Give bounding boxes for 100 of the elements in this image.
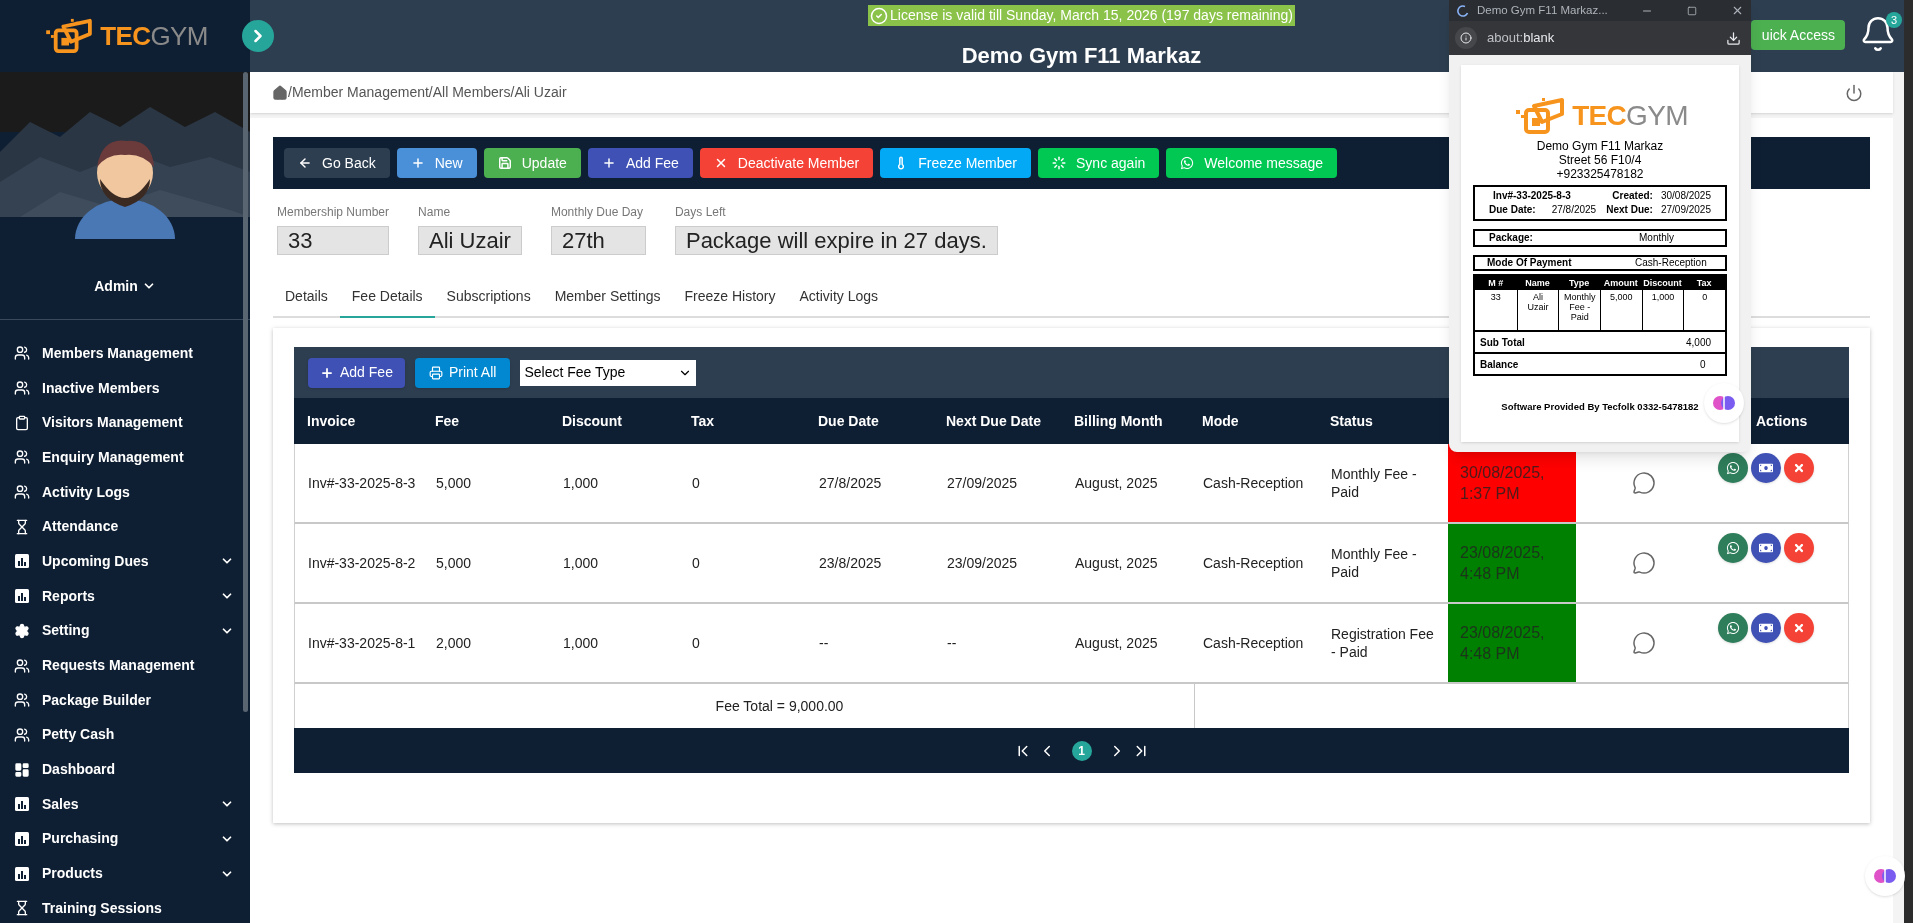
sidebar-item[interactable]: Requests Management [0,648,250,683]
readonly-field: 33 [277,226,390,255]
banknote-icon [1759,541,1773,555]
window-title: Demo Gym F11 Markaz... [1477,2,1609,18]
due-date: 27/8/2025 [1550,203,1598,217]
action-button[interactable]: Add Fee [587,148,693,178]
close-icon[interactable] [1731,4,1744,17]
assistant-button[interactable] [1865,856,1905,896]
sidebar-item[interactable]: Dashboard [0,752,250,787]
field-label: Membership Number [277,204,390,221]
tab[interactable]: Subscriptions [434,277,543,316]
sidebar-item[interactable]: Activity Logs [0,474,250,510]
sidebar-item[interactable]: Products [0,856,250,891]
next-due-label: Next Due: [1606,203,1653,217]
sidebar-item[interactable]: Inactive Members [0,370,250,406]
table-cell-text: August, 2025 [1074,474,1159,492]
table-cell-text: August, 2025 [1074,554,1159,572]
fee-type-select[interactable]: Select Fee Type [520,359,697,386]
table-cell-text: 27/8/2025 [818,474,883,492]
breadcrumb-link[interactable]: /Ali Uzair [510,82,567,103]
home-icon[interactable] [272,84,288,101]
tab[interactable]: Freeze History [672,277,788,316]
delete-button[interactable] [1784,453,1814,483]
fee-total: Fee Total = 9,000.00 [715,696,844,716]
maximize-icon[interactable] [1687,5,1697,16]
chart-icon [14,830,30,847]
column-header: Status [1329,411,1374,431]
plus-icon [410,156,425,170]
sidebar-item[interactable]: Visitors Management [0,405,250,441]
sidebar-item[interactable]: Petty Cash [0,717,250,753]
chart-icon [14,865,30,882]
sidebar-item[interactable]: Setting [0,613,250,649]
banknote-icon [1759,621,1773,635]
hourglass-icon [14,518,30,535]
site-info-button[interactable] [1455,27,1477,49]
receipt-column-header: M # [1487,277,1505,290]
sidebar-item[interactable]: Reports [0,578,250,614]
sidebar-item[interactable]: Sales [0,786,250,822]
software-credit: Software Provided By Tecfolk 0332-5478182 [1501,400,1699,414]
scrollbar[interactable] [243,72,248,712]
balance-label: Balance [1480,357,1520,372]
sidebar-item[interactable]: Enquiry Management [0,440,250,475]
readonly-field: 27th [550,226,646,255]
table-cell-text: 5,000 [435,554,473,572]
table-cell-text: 2,000 [435,634,473,652]
chart-icon [14,588,30,605]
table-cell-text: 0 [691,474,701,492]
subtotal-label: Sub Total [1480,335,1526,350]
delete-button[interactable] [1784,533,1814,563]
plus-icon [320,365,334,380]
receipt-cell: Monthly Fee - Paid [1558,290,1600,330]
user-name[interactable]: Admin [94,275,138,296]
sidebar-item[interactable]: Attendance [0,509,250,545]
tab[interactable]: Activity Logs [787,277,891,316]
comment-icon[interactable] [1631,471,1656,495]
table-cell-text: 0 [691,554,701,572]
payment-mode-value: Cash-Reception [1635,257,1707,269]
sidebar-item[interactable]: Purchasing [0,821,250,857]
comment-icon[interactable] [1631,551,1656,575]
payment-button[interactable] [1751,533,1781,563]
column-header: Due Date [817,411,880,431]
tab[interactable]: Member Settings [542,277,673,316]
sidebar-item[interactable]: Training Sessions [0,891,250,923]
receipt-column-header: Discount [1642,277,1683,290]
breadcrumb-link[interactable]: /Member Management [288,82,429,103]
whatsapp-button[interactable] [1718,453,1748,483]
sidebar-item[interactable]: Members Management [0,336,250,371]
users-icon [14,726,30,743]
column-header: Next Due Date [945,411,1042,431]
payment-button[interactable] [1751,613,1781,643]
scrollbar[interactable] [1904,0,1913,923]
table-cell-text: Cash-Reception [1202,474,1305,492]
table-cell-text: 27/09/2025 [946,474,1019,492]
table-cell-text: Inv#-33-2025-8-1 [307,634,417,652]
receipt-address-line: Street 56 F10/4 [1558,153,1642,167]
print-all-button[interactable]: Print All [414,357,511,388]
power-icon[interactable] [1845,83,1863,102]
clipboard-icon [14,414,30,431]
table-cell-text: 0 [691,634,701,652]
download-icon[interactable] [1726,30,1741,46]
readonly-field: Ali Uzair [418,226,522,255]
tab[interactable]: Details [273,277,340,316]
whatsapp-button[interactable] [1718,533,1748,563]
tab[interactable]: Fee Details [339,277,435,318]
comment-icon[interactable] [1631,631,1656,655]
delete-button[interactable] [1784,613,1814,643]
sidebar-item[interactable]: Upcoming Dues [0,544,250,579]
field-label: Name [418,204,452,221]
add-fee-button[interactable]: Add Fee [308,357,405,388]
action-button[interactable]: Deactivate Member [699,148,874,178]
payment-button[interactable] [1751,453,1781,483]
users-icon [14,449,30,466]
action-button[interactable]: Go Back [284,148,390,178]
sidebar-toggle-button[interactable] [242,20,274,52]
receipt-address-line: +923325478182 [1556,167,1644,181]
breadcrumb-link[interactable]: /All Members [428,82,511,103]
gym-title: Demo Gym F11 Markaz [961,42,1202,70]
whatsapp-button[interactable] [1718,613,1748,643]
sidebar-item[interactable]: Package Builder [0,682,250,718]
receipt-column-header: Tax [1695,277,1713,290]
